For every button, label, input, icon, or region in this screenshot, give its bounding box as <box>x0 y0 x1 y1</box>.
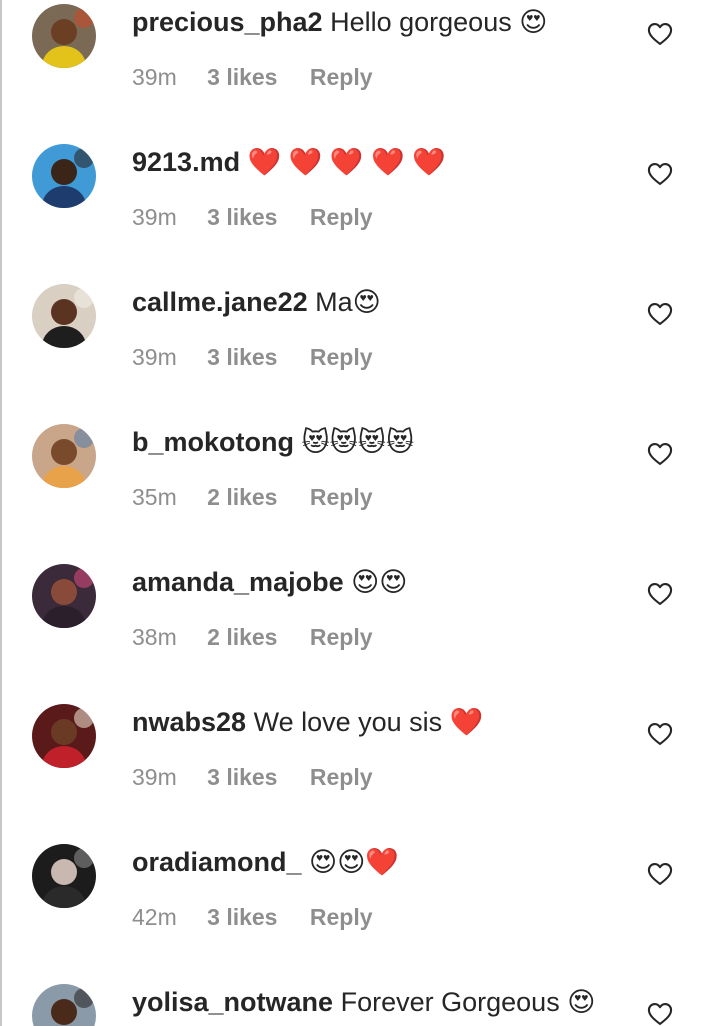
comment-time: 38m <box>132 624 177 650</box>
comment-body: Hello gorgeous 😍 <box>330 7 548 37</box>
comment-item: 9213.md ❤️ ❤️ ❤️ ❤️ ❤️ 39m 3 likes Reply <box>0 140 720 280</box>
comment-time: 39m <box>132 764 177 790</box>
comment-item: precious_pha2 Hello gorgeous 😍 39m 3 lik… <box>0 0 720 140</box>
heart-outline-icon[interactable] <box>646 1000 674 1026</box>
avatar[interactable] <box>32 424 96 488</box>
comment-item: callme.jane22 Ma😍 39m 3 likes Reply <box>0 280 720 420</box>
avatar[interactable] <box>32 564 96 628</box>
heart-outline-icon[interactable] <box>646 440 674 468</box>
heart-outline-icon[interactable] <box>646 860 674 888</box>
comment-likes-count[interactable]: 2 likes <box>207 484 277 510</box>
comment-meta: 42m 3 likes Reply <box>132 904 373 931</box>
comment-username[interactable]: b_mokotong <box>132 427 294 457</box>
comment-meta: 35m 2 likes Reply <box>132 484 373 511</box>
reply-button[interactable]: Reply <box>310 204 373 230</box>
comment-meta: 39m 3 likes Reply <box>132 764 373 791</box>
reply-button[interactable]: Reply <box>310 764 373 790</box>
comment-time: 39m <box>132 204 177 230</box>
comment-item: oradiamond_ 😍😍❤️ 42m 3 likes Reply <box>0 840 720 980</box>
avatar[interactable] <box>32 984 96 1026</box>
comment-text: nwabs28 We love you sis ❤️ <box>132 704 632 740</box>
heart-outline-icon[interactable] <box>646 160 674 188</box>
comment-body: Ma😍 <box>315 287 381 317</box>
reply-button[interactable]: Reply <box>310 624 373 650</box>
comment-body: We love you sis ❤️ <box>253 707 484 737</box>
comment-body: 😍😍 <box>351 567 408 597</box>
comment-meta: 39m 3 likes Reply <box>132 344 373 371</box>
comment-meta: 39m 3 likes Reply <box>132 64 373 91</box>
comment-time: 39m <box>132 64 177 90</box>
avatar[interactable] <box>32 284 96 348</box>
comment-text: callme.jane22 Ma😍 <box>132 284 632 320</box>
reply-button[interactable]: Reply <box>310 904 373 930</box>
comment-body: ❤️ ❤️ ❤️ ❤️ ❤️ <box>247 147 446 177</box>
heart-outline-icon[interactable] <box>646 580 674 608</box>
comment-text: b_mokotong 😻😻😻😻 <box>132 424 632 460</box>
comment-body: Forever Gorgeous 😍 <box>340 987 596 1017</box>
comment-item: amanda_majobe 😍😍 38m 2 likes Reply <box>0 560 720 700</box>
comment-meta: 38m 2 likes Reply <box>132 624 373 651</box>
comment-item: b_mokotong 😻😻😻😻 35m 2 likes Reply <box>0 420 720 560</box>
comment-meta: 39m 3 likes Reply <box>132 204 373 231</box>
comment-likes-count[interactable]: 3 likes <box>207 64 277 90</box>
comment-text: oradiamond_ 😍😍❤️ <box>132 844 632 880</box>
avatar[interactable] <box>32 844 96 908</box>
avatar[interactable] <box>32 144 96 208</box>
comment-username[interactable]: yolisa_notwane <box>132 987 333 1017</box>
heart-outline-icon[interactable] <box>646 20 674 48</box>
comment-text: yolisa_notwane Forever Gorgeous 😍 <box>132 984 632 1020</box>
comment-time: 39m <box>132 344 177 370</box>
heart-outline-icon[interactable] <box>646 720 674 748</box>
comment-body: 😍😍❤️ <box>309 847 399 877</box>
comment-body: 😻😻😻😻 <box>301 427 415 457</box>
comment-text: precious_pha2 Hello gorgeous 😍 <box>132 4 632 40</box>
comment-text: amanda_majobe 😍😍 <box>132 564 632 600</box>
comment-item: nwabs28 We love you sis ❤️ 39m 3 likes R… <box>0 700 720 840</box>
comment-time: 42m <box>132 904 177 930</box>
reply-button[interactable]: Reply <box>310 344 373 370</box>
comment-username[interactable]: nwabs28 <box>132 707 246 737</box>
reply-button[interactable]: Reply <box>310 484 373 510</box>
comment-username[interactable]: callme.jane22 <box>132 287 308 317</box>
avatar[interactable] <box>32 704 96 768</box>
comment-likes-count[interactable]: 3 likes <box>207 904 277 930</box>
reply-button[interactable]: Reply <box>310 64 373 90</box>
comment-username[interactable]: amanda_majobe <box>132 567 344 597</box>
comment-likes-count[interactable]: 2 likes <box>207 624 277 650</box>
comment-username[interactable]: 9213.md <box>132 147 240 177</box>
comment-username[interactable]: precious_pha2 <box>132 7 323 37</box>
comment-likes-count[interactable]: 3 likes <box>207 204 277 230</box>
comment-likes-count[interactable]: 3 likes <box>207 344 277 370</box>
comment-text: 9213.md ❤️ ❤️ ❤️ ❤️ ❤️ <box>132 144 632 180</box>
comment-likes-count[interactable]: 3 likes <box>207 764 277 790</box>
comment-time: 35m <box>132 484 177 510</box>
comment-item: yolisa_notwane Forever Gorgeous 😍 <box>0 980 720 1026</box>
avatar[interactable] <box>32 4 96 68</box>
heart-outline-icon[interactable] <box>646 300 674 328</box>
comment-username[interactable]: oradiamond_ <box>132 847 302 877</box>
